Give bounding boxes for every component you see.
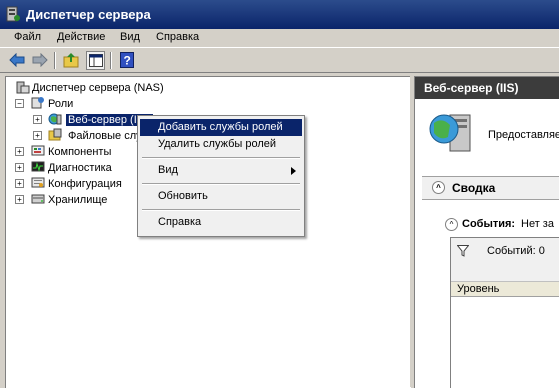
expand-toggle[interactable]: +	[33, 115, 42, 124]
server-manager-icon	[6, 6, 20, 22]
column-header-level[interactable]: Уровень	[451, 282, 559, 297]
expand-toggle[interactable]: +	[15, 179, 24, 188]
events-label: События:	[462, 218, 516, 230]
expand-toggle[interactable]: +	[15, 195, 24, 204]
svg-text:?: ?	[124, 54, 131, 68]
menu-item-label: Обновить	[158, 190, 208, 202]
menu-item-label: Вид	[158, 164, 178, 176]
collapse-summary-icon[interactable]: ^	[432, 181, 445, 194]
up-folder-icon	[63, 53, 79, 68]
events-toolbar: Событий: 0	[451, 238, 559, 282]
title-bar: Диспетчер сервера	[0, 0, 559, 29]
menu-help[interactable]: Справка	[156, 31, 199, 43]
menu-item-view[interactable]: Вид	[140, 162, 302, 179]
menu-view[interactable]: Вид	[120, 31, 140, 43]
window-title: Диспетчер сервера	[26, 7, 151, 22]
toolbar-separator	[54, 52, 56, 69]
tree-item-root[interactable]: Диспетчер сервера (NAS)	[32, 80, 164, 96]
collapse-events-icon[interactable]: ^	[445, 218, 458, 231]
details-header: Веб-сервер (IIS)	[415, 77, 559, 99]
tree-item-components[interactable]: Компоненты	[48, 144, 111, 160]
context-menu: Добавить службы ролей Удалить службы рол…	[137, 115, 305, 237]
up-button[interactable]	[62, 51, 80, 69]
column-header-label: Уровень	[457, 283, 500, 295]
forward-arrow-icon	[32, 53, 48, 67]
menu-item-label: Справка	[158, 216, 202, 228]
menu-item-remove-role-services[interactable]: Удалить службы ролей	[140, 136, 302, 153]
details-title: Веб-сервер (IIS)	[424, 81, 519, 95]
menu-item-label: Добавить службы ролей	[158, 121, 283, 133]
menu-file[interactable]: Файл	[14, 31, 41, 43]
show-hide-tree-icon	[88, 54, 103, 67]
toolbar-separator	[110, 52, 112, 69]
menu-separator	[142, 183, 300, 185]
tree-item-diagnostics[interactable]: Диагностика	[48, 160, 112, 176]
events-count: Событий: 0	[487, 245, 545, 257]
expand-toggle[interactable]: +	[15, 147, 24, 156]
menu-item-add-role-services[interactable]: Добавить службы ролей	[140, 119, 302, 136]
back-arrow-icon	[9, 53, 25, 67]
server-manager-icon	[16, 81, 30, 94]
menu-item-label: Удалить службы ролей	[158, 138, 277, 150]
toolbar: ?	[0, 47, 559, 73]
tree-item-roles[interactable]: Роли	[48, 96, 73, 112]
show-hide-tree-button[interactable]	[86, 51, 105, 70]
storage-icon	[31, 194, 45, 204]
tree-item-configuration[interactable]: Конфигурация	[48, 176, 122, 192]
summary-label: Сводка	[452, 181, 496, 195]
back-button[interactable]	[8, 51, 26, 69]
submenu-arrow-icon	[291, 167, 296, 175]
menu-item-refresh[interactable]: Обновить	[140, 188, 302, 205]
menu-action[interactable]: Действие	[57, 31, 105, 43]
menu-bar: Файл Действие Вид Справка	[0, 29, 559, 47]
help-icon: ?	[120, 52, 134, 68]
menu-separator	[142, 209, 300, 211]
collapse-toggle[interactable]: −	[15, 99, 24, 108]
events-list: Событий: 0 Уровень	[450, 237, 559, 388]
details-panel: Веб-сервер (IIS) Предоставляет ^ Сводка …	[414, 76, 559, 388]
role-description: Предоставляет	[488, 129, 559, 141]
tree-item-storage[interactable]: Хранилище	[48, 192, 107, 208]
web-server-icon	[48, 113, 62, 125]
components-icon	[31, 145, 45, 156]
filter-icon[interactable]	[457, 245, 469, 257]
web-server-large-icon	[429, 114, 471, 152]
expand-toggle[interactable]: +	[15, 163, 24, 172]
events-value: Нет за	[521, 218, 554, 230]
expand-toggle[interactable]: +	[33, 131, 42, 140]
configuration-icon	[31, 177, 45, 188]
forward-button[interactable]	[31, 51, 49, 69]
menu-item-help[interactable]: Справка	[140, 214, 302, 231]
roles-icon	[31, 97, 44, 109]
menu-separator	[142, 157, 300, 159]
help-button[interactable]: ?	[118, 51, 136, 69]
summary-section-header[interactable]: ^ Сводка	[422, 176, 559, 200]
file-services-icon	[48, 128, 62, 141]
diagnostics-icon	[31, 161, 45, 172]
